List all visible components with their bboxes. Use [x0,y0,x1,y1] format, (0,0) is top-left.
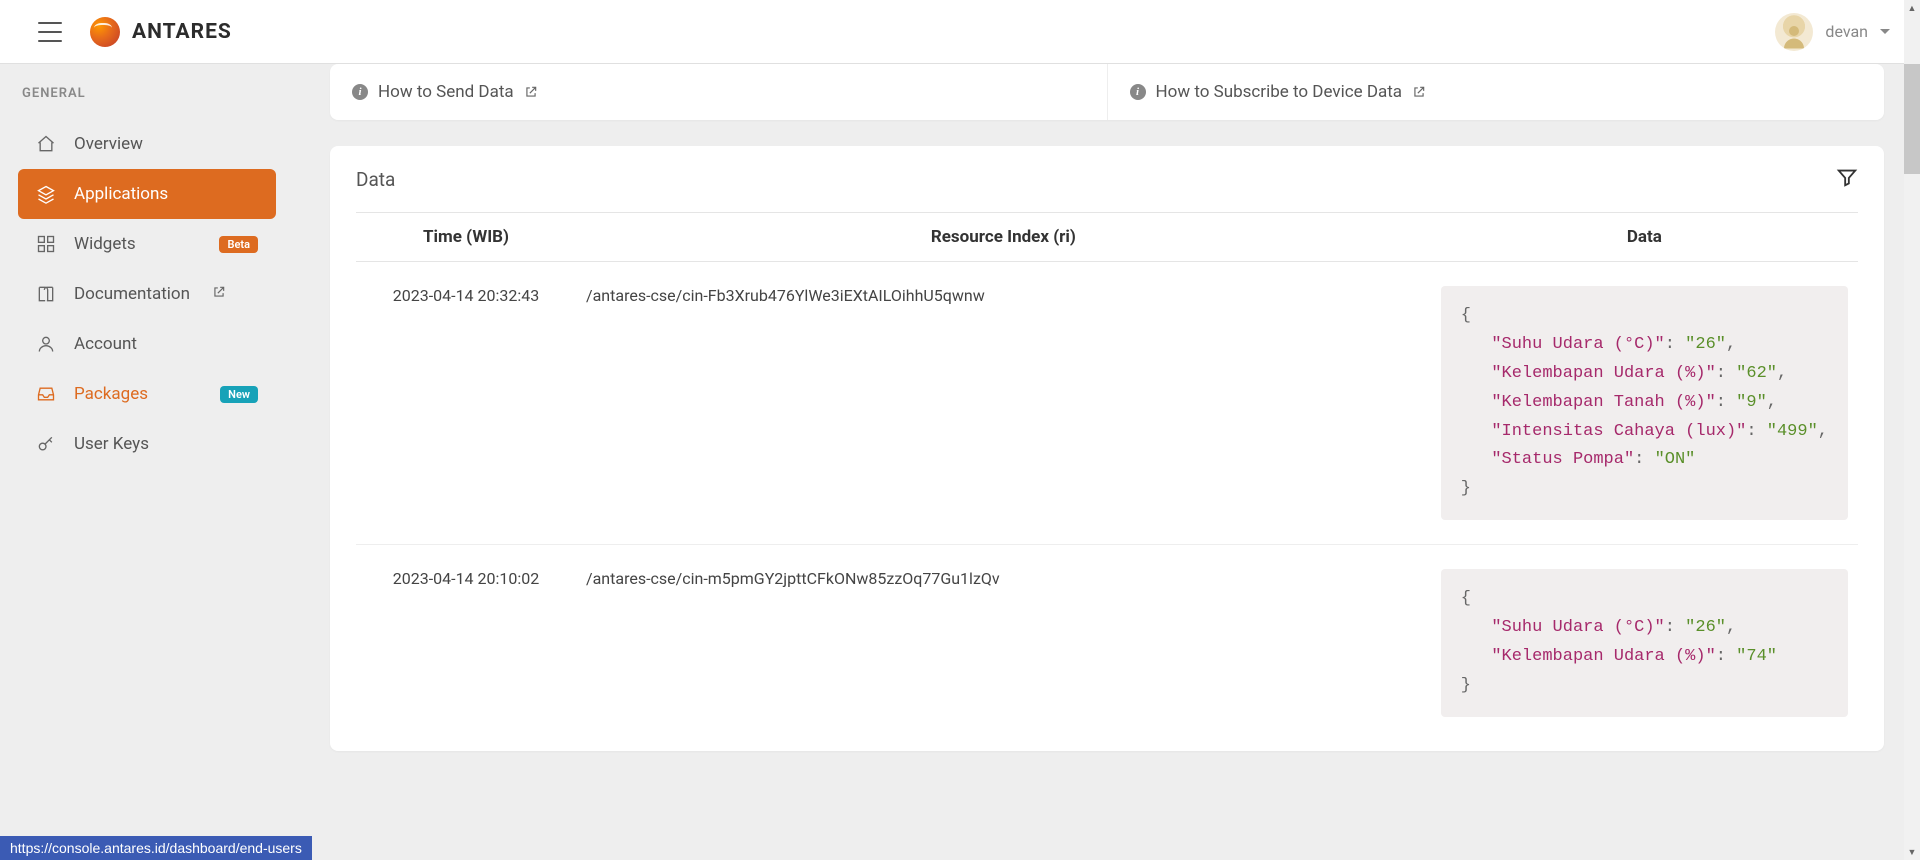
main-content: i How to Send Data i How to Subscribe to… [294,64,1920,860]
info-icon: i [1130,84,1146,100]
data-table: Time (WIB) Resource Index (ri) Data 2023… [356,212,1858,741]
sidebar-item-label: Widgets [74,234,136,254]
data-panel-header: Data [330,146,1884,212]
help-send-data-link[interactable]: i How to Send Data [330,64,1107,120]
cell-time: 2023-04-14 20:32:43 [356,262,576,545]
cell-time: 2023-04-14 20:10:02 [356,545,576,741]
sidebar-item-label: Packages [74,384,148,404]
sidebar-item-account[interactable]: Account [18,319,276,369]
topbar: ANTARES devan [0,0,1920,64]
username-label: devan [1825,22,1868,41]
sidebar-item-label: User Keys [74,434,149,454]
info-icon: i [352,84,368,100]
sidebar-section-title: GENERAL [18,86,276,119]
status-bar-url: https://console.antares.id/dashboard/end… [0,836,312,860]
grid-icon [36,234,56,254]
sidebar-item-label: Overview [74,134,143,154]
col-ri: Resource Index (ri) [576,213,1431,262]
cell-resource-index: /antares-cse/cin-m5pmGY2jpttCFkONw85zzOq… [576,545,1431,741]
table-row: 2023-04-14 20:10:02/antares-cse/cin-m5pm… [356,545,1858,741]
scroll-thumb[interactable] [1904,64,1920,174]
layers-icon [36,184,56,204]
external-link-icon [212,284,226,304]
user-icon [36,334,56,354]
sidebar-item-applications[interactable]: Applications [18,169,276,219]
topbar-left: ANTARES [38,17,232,47]
help-subscribe-link[interactable]: i How to Subscribe to Device Data [1107,64,1885,120]
help-links-row: i How to Send Data i How to Subscribe to… [330,64,1884,120]
badge-beta: Beta [219,236,258,253]
sidebar-item-label: Account [74,334,137,354]
cell-data: { "Suhu Udara (°C)": "26", "Kelembapan U… [1431,262,1858,545]
external-link-icon [1412,85,1426,99]
sidebar-item-user-keys[interactable]: User Keys [18,419,276,469]
col-data: Data [1431,213,1858,262]
vertical-scrollbar[interactable]: ▲ ▼ [1904,0,1920,860]
help-link-label: How to Send Data [378,82,514,102]
table-row: 2023-04-14 20:32:43/antares-cse/cin-Fb3X… [356,262,1858,545]
key-icon [36,434,56,454]
book-icon [36,284,56,304]
cell-resource-index: /antares-cse/cin-Fb3Xrub476YlWe3iEXtAILO… [576,262,1431,545]
sidebar: GENERAL Overview Applications [0,64,294,860]
scroll-down-arrow[interactable]: ▼ [1904,844,1920,860]
scroll-up-arrow[interactable]: ▲ [1904,0,1920,16]
col-time: Time (WIB) [356,213,576,262]
sidebar-item-label: Documentation [74,284,190,304]
avatar [1775,13,1813,51]
sidebar-item-label: Applications [74,184,168,204]
sidebar-item-packages[interactable]: Packages New [18,369,276,419]
globe-icon [90,17,120,47]
badge-new: New [220,386,258,403]
sidebar-item-documentation[interactable]: Documentation [18,269,276,319]
data-panel-title: Data [356,168,395,191]
home-icon [36,134,56,154]
chevron-down-icon [1880,29,1890,34]
filter-button[interactable] [1836,166,1858,192]
data-panel: Data Time (WIB) Resource Index (ri) Data… [330,146,1884,751]
help-link-label: How to Subscribe to Device Data [1156,82,1403,102]
inbox-icon [36,384,56,404]
sidebar-item-overview[interactable]: Overview [18,119,276,169]
external-link-icon [524,85,538,99]
brand-name: ANTARES [132,20,232,44]
brand-logo-link[interactable]: ANTARES [90,17,232,47]
json-payload: { "Suhu Udara (°C)": "26", "Kelembapan U… [1441,569,1848,717]
cell-data: { "Suhu Udara (°C)": "26", "Kelembapan U… [1431,545,1858,741]
sidebar-item-widgets[interactable]: Widgets Beta [18,219,276,269]
menu-toggle-button[interactable] [38,22,62,42]
table-header-row: Time (WIB) Resource Index (ri) Data [356,213,1858,262]
json-payload: { "Suhu Udara (°C)": "26", "Kelembapan U… [1441,286,1848,520]
user-menu[interactable]: devan [1775,13,1890,51]
